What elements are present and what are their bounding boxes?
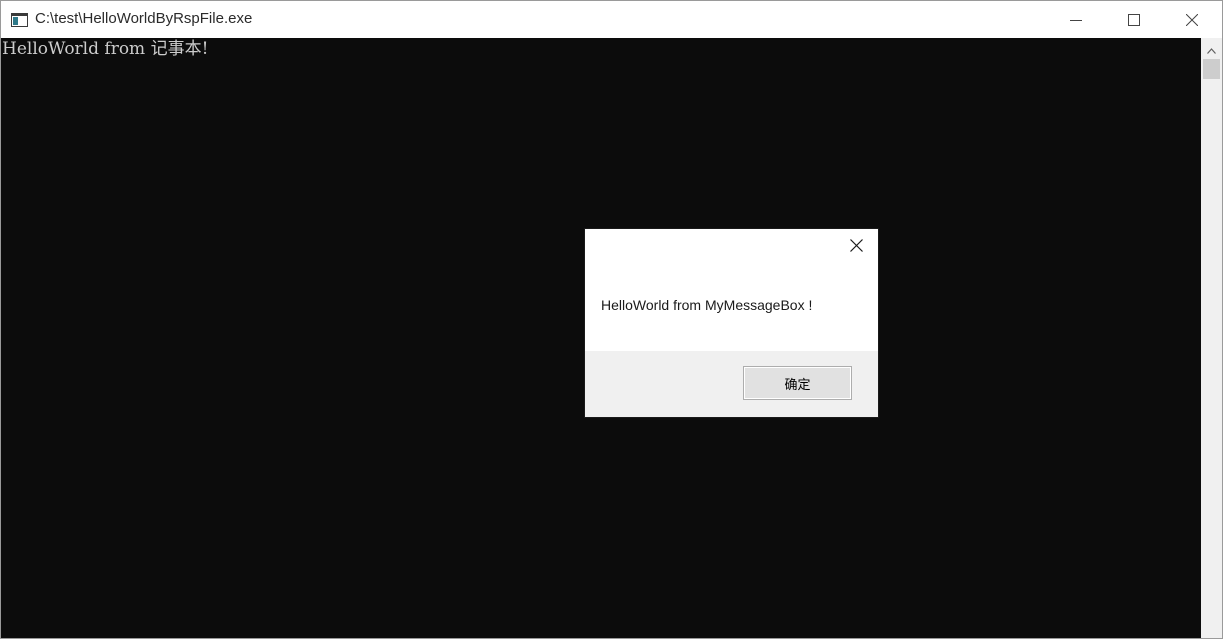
maximize-icon — [1128, 13, 1140, 26]
message-box-footer: 确定 — [585, 351, 878, 417]
ok-button[interactable]: 确定 — [743, 366, 852, 400]
close-icon — [849, 237, 863, 256]
minimize-icon — [1070, 14, 1082, 26]
maximize-button[interactable] — [1105, 1, 1163, 38]
message-text: HelloWorld from MyMessageBox ! — [601, 297, 813, 313]
chevron-up-icon — [1207, 39, 1216, 58]
window-title: C:\test\HelloWorldByRspFile.exe — [35, 10, 253, 27]
console-app-icon — [11, 12, 28, 27]
console-line: HelloWorld from 记事本! — [2, 39, 209, 59]
close-icon — [1186, 13, 1198, 26]
message-box: HelloWorld from MyMessageBox ! 确定 — [585, 229, 878, 417]
vertical-scrollbar[interactable] — [1201, 38, 1222, 638]
scroll-thumb[interactable] — [1203, 59, 1220, 79]
message-box-close-button[interactable] — [845, 235, 867, 257]
title-bar[interactable]: C:\test\HelloWorldByRspFile.exe — [1, 1, 1222, 38]
minimize-button[interactable] — [1047, 1, 1105, 38]
scroll-up-button[interactable] — [1201, 38, 1222, 58]
close-button[interactable] — [1163, 1, 1221, 38]
